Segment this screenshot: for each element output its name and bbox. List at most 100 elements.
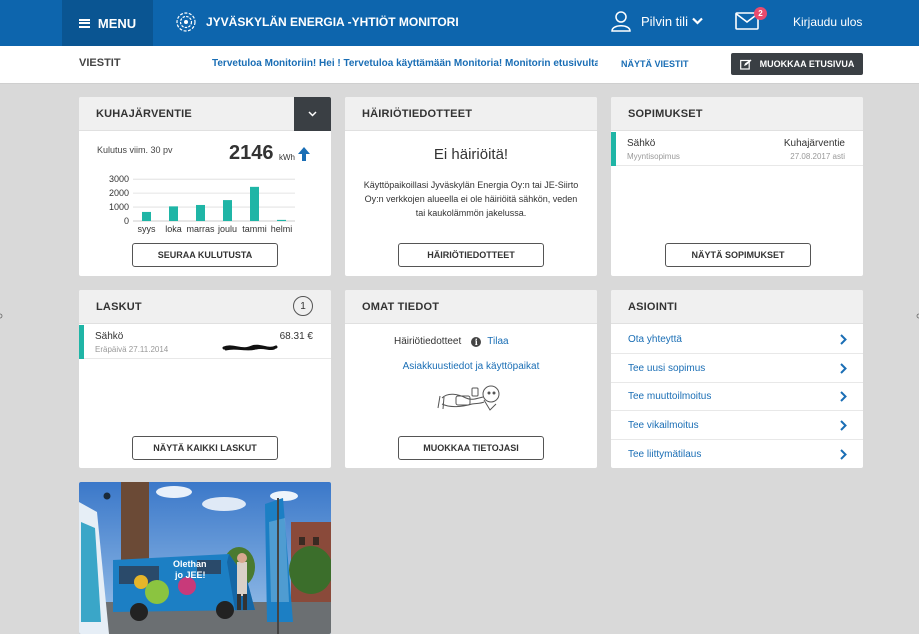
- card-title: ASIOINTI: [628, 301, 678, 313]
- customer-info-link[interactable]: Asiakkuustiedot ja käyttöpaikat: [345, 361, 597, 372]
- promo-photo-card[interactable]: Olethan jo JEE!: [79, 482, 331, 634]
- chart-x-tick-label: syys: [138, 224, 157, 234]
- menu-label: MENU: [97, 15, 137, 31]
- card-header: OMAT TIEDOT: [345, 290, 597, 324]
- own-info-card: OMAT TIEDOT Häiriötiedotteet i Tilaa Asi…: [345, 290, 597, 468]
- brand-title: JYVÄSKYLÄN ENERGIA -YHTIÖT MONITORI: [206, 15, 459, 29]
- card-header: SOPIMUKSET: [611, 97, 863, 131]
- outage-subscription-line: Häiriötiedotteet i Tilaa: [394, 336, 509, 347]
- show-contracts-button[interactable]: NÄYTÄ SOPIMUKSET: [665, 243, 811, 267]
- subscribe-link[interactable]: Tilaa: [487, 336, 508, 347]
- account-menu[interactable]: Pilvin tili: [611, 10, 703, 32]
- consumption-chart: 0 1000 2000 3000 syys loka marras joulu tammi hel…: [109, 174, 295, 234]
- follow-consumption-button[interactable]: SEURAA KULUTUSTA: [132, 243, 278, 267]
- edit-front-page-label: MUOKKAA ETUSIVUA: [759, 59, 855, 69]
- left-edge-marker: [0, 313, 3, 319]
- outage-notice-label: Häiriötiedotteet: [394, 336, 462, 347]
- person-illustration-icon: [437, 385, 500, 411]
- consumption-unit: kWh: [279, 153, 295, 162]
- van-slogan-line-2: jo JEE!: [174, 570, 206, 580]
- contract-name: Sähkö: [627, 138, 656, 149]
- menu-button[interactable]: MENU: [62, 0, 153, 46]
- chevron-right-icon: [840, 391, 847, 403]
- edit-info-button[interactable]: MUOKKAA TIETOJASI: [398, 436, 544, 460]
- chart-x-tick-label: marras: [186, 224, 215, 234]
- card-title: LASKUT: [96, 301, 142, 313]
- hamburger-icon: [78, 18, 90, 28]
- accent-bar: [611, 132, 616, 166]
- invoice-count-badge: 1: [293, 296, 313, 316]
- logout-link[interactable]: Kirjaudu ulos: [793, 15, 862, 29]
- chevron-right-icon: [840, 449, 847, 460]
- chevron-right-icon: [840, 420, 847, 431]
- card-header: HÄIRIÖTIEDOTTEET: [345, 97, 597, 131]
- contract-valid: 27.08.2017 asti: [790, 152, 845, 161]
- van-slogan-line-1: Olethan: [173, 559, 207, 569]
- show-messages-link[interactable]: NÄYTÄ VIESTIT: [621, 59, 689, 69]
- chart-bar: [169, 206, 178, 221]
- chart-x-tick-label: helmi: [271, 224, 293, 234]
- chart-x-tick-label: loka: [165, 224, 182, 234]
- service-card: ASIOINTI Ota yhteyttä Tee uusi sopimus Tee…: [611, 290, 863, 468]
- chevron-down-icon: [692, 17, 703, 25]
- info-icon[interactable]: i: [471, 336, 482, 347]
- contracts-card: SOPIMUKSET Sähkö Myyntisopimus Kuhajärve…: [611, 97, 863, 276]
- card-title: HÄIRIÖTIEDOTTEET: [362, 108, 473, 120]
- consumption-label: Kulutus viim. 30 pv: [97, 145, 173, 155]
- outage-card: HÄIRIÖTIEDOTTEET Ei häiriöitä! Käyttöpai…: [345, 97, 597, 276]
- promo-photo: Olethan jo JEE!: [79, 482, 331, 634]
- message-ticker[interactable]: Tervetuloa Monitoriin! Hei ! Tervetuloa …: [212, 58, 598, 69]
- redaction-scribble: [222, 344, 278, 351]
- no-outages-text: Käyttöpaikoillasi Jyväskylän Energia Oy:…: [363, 180, 579, 218]
- chart-bar: [250, 186, 259, 221]
- chart-bar: [223, 200, 232, 221]
- chart-bar: [142, 211, 151, 221]
- service-link-label: Tee muuttoilmoitus: [628, 391, 712, 403]
- messages-title: VIESTIT: [79, 57, 121, 69]
- brand-swirl-icon: [176, 12, 196, 32]
- chevron-right-icon: [840, 334, 847, 345]
- consumption-card: KUHAJÄRVENTIE Kulutus viim. 30 pv 2146 k…: [79, 97, 331, 276]
- chart-y-tick-label: 0: [124, 216, 129, 226]
- service-link-label: Tee vikailmoitus: [628, 420, 699, 432]
- brand[interactable]: JYVÄSKYLÄN ENERGIA -YHTIÖT MONITORI: [176, 12, 459, 32]
- service-link-item[interactable]: Ota yhteyttä: [611, 326, 863, 354]
- outages-button[interactable]: HÄIRIÖTIEDOTTEET: [398, 243, 544, 267]
- show-all-invoices-button[interactable]: NÄYTÄ KAIKKI LASKUT: [132, 436, 278, 460]
- chart-x-tick-label: tammi: [242, 224, 267, 234]
- service-link-item[interactable]: Tee muuttoilmoitus: [611, 383, 863, 412]
- service-link-label: Tee uusi sopimus: [628, 362, 706, 374]
- card-title: OMAT TIEDOT: [362, 301, 440, 313]
- messages-bar: VIESTIT Tervetuloa Monitoriin! Hei ! Ter…: [0, 46, 919, 84]
- account-label: Pilvin tili: [641, 13, 688, 29]
- chevron-down-icon: [308, 111, 317, 117]
- contract-type: Myyntisopimus: [627, 152, 680, 161]
- card-title: KUHAJÄRVENTIE: [96, 108, 192, 120]
- service-link-item[interactable]: Tee liittymätilaus: [611, 441, 863, 468]
- service-link-label: Ota yhteyttä: [628, 334, 682, 345]
- location-dropdown-button[interactable]: [294, 97, 331, 131]
- chart-y-tick-label: 3000: [109, 174, 129, 184]
- consumption-value: 2146: [229, 142, 274, 164]
- right-edge-marker: [916, 313, 919, 319]
- messages-button[interactable]: 2: [735, 7, 767, 32]
- invoice-name: Sähkö: [95, 331, 124, 342]
- invoice-amount: 68.31 €: [279, 331, 313, 342]
- contract-place: Kuhajärventie: [783, 138, 845, 149]
- arrow-up-icon: [298, 147, 310, 161]
- user-icon: [611, 11, 631, 32]
- contract-list-item[interactable]: Sähkö Myyntisopimus Kuhajärventie 27.08.…: [611, 132, 863, 166]
- accent-bar: [79, 325, 84, 359]
- invoices-card: LASKUT 1 Sähkö Eräpäivä 27.11.2014 68.31…: [79, 290, 331, 468]
- invoice-list-item[interactable]: Sähkö Eräpäivä 27.11.2014 68.31 €: [79, 325, 331, 359]
- card-header: LASKUT 1: [79, 290, 331, 324]
- chart-bar: [196, 204, 205, 221]
- top-navigation-bar: MENU JYVÄSKYLÄN ENERGIA -YHTIÖT MONITORI…: [0, 0, 919, 46]
- service-link-item[interactable]: Tee uusi sopimus: [611, 355, 863, 383]
- no-outages-headline: Ei häiriöitä!: [433, 146, 509, 163]
- unread-count-badge: 2: [754, 7, 767, 20]
- card-header: ASIOINTI: [611, 290, 863, 324]
- service-link-item[interactable]: Tee vikailmoitus: [611, 412, 863, 441]
- edit-front-page-button[interactable]: MUOKKAA ETUSIVUA: [731, 53, 863, 75]
- invoice-due-date: Eräpäivä 27.11.2014: [95, 345, 169, 354]
